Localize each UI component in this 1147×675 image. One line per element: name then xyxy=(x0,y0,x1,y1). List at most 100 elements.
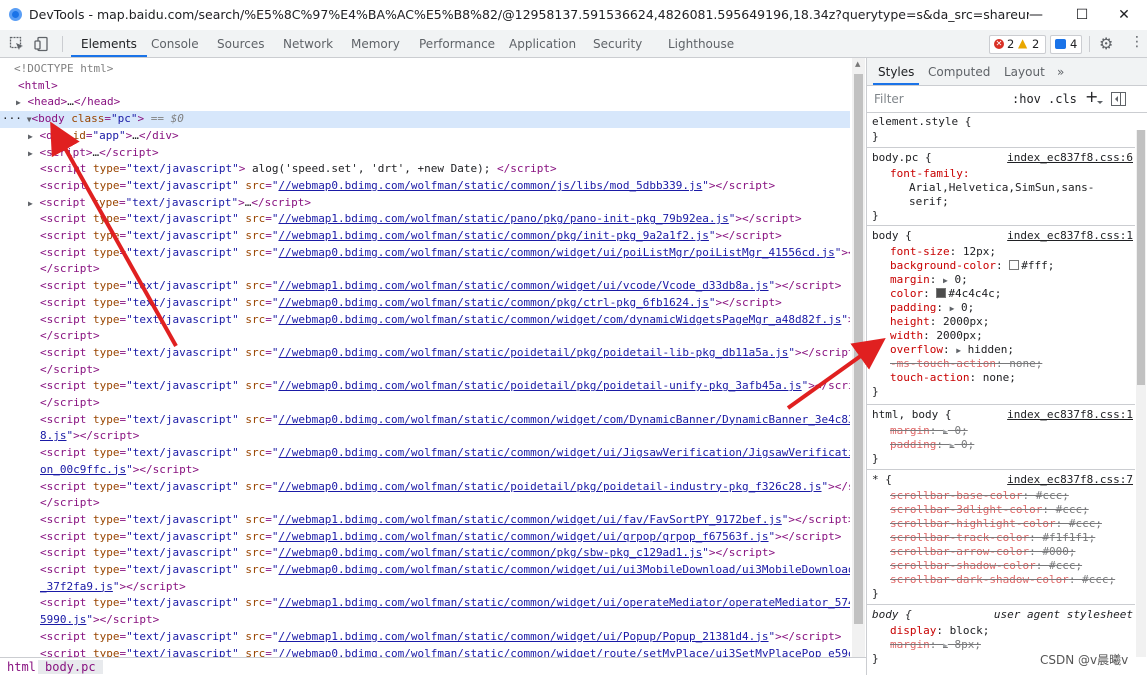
script-close-tag[interactable]: </script> xyxy=(0,395,850,412)
css-declaration[interactable]: width: 2000px; xyxy=(890,329,983,342)
css-declaration[interactable]: scrollbar-track-color: #f1f1f1; xyxy=(890,531,1095,544)
tab-network[interactable]: Network xyxy=(283,30,333,57)
collapsed-node[interactable]: ▶ <head>…</head> xyxy=(0,94,850,111)
tab-security[interactable]: Security xyxy=(593,30,642,57)
class-toggle[interactable]: .cls xyxy=(1048,90,1077,108)
css-declaration[interactable]: padding: ▶ 0; xyxy=(890,301,974,314)
css-declaration[interactable]: margin: ▶ 0; xyxy=(890,273,968,286)
script-node[interactable]: <script type="text/javascript" src="//we… xyxy=(0,445,850,462)
dom-tree[interactable]: <!DOCTYPE html> <html> ▶ <head>…</head> ···… xyxy=(0,58,850,657)
script-close-tag[interactable]: </script> xyxy=(0,362,850,379)
property-value[interactable]: Arial,Helvetica,SimSun,sans- xyxy=(909,181,1094,194)
rule-selector[interactable]: body.pc { xyxy=(872,151,932,164)
rule-source-link[interactable]: index_ec837f8.css:1 xyxy=(1007,229,1133,242)
script-node[interactable]: <script type="text/javascript" src="//we… xyxy=(0,646,850,658)
tab-performance[interactable]: Performance xyxy=(419,30,495,57)
css-declaration[interactable]: font-size: 12px; xyxy=(890,245,996,258)
breadcrumb-html[interactable]: html xyxy=(7,660,36,674)
property-value[interactable]: serif; xyxy=(909,195,949,208)
maximize-button[interactable]: ☐ xyxy=(1059,0,1105,30)
script-node[interactable]: <script type="text/javascript" src="//we… xyxy=(0,228,850,245)
script-node[interactable]: <script type="text/javascript" src="//we… xyxy=(0,512,850,529)
toggle-sidebar-icon[interactable] xyxy=(1111,92,1126,106)
selected-body-node[interactable]: ··· ▼<body class="pc"> == $0 xyxy=(0,111,850,128)
rule-source-link[interactable]: index_ec837f8.css:7 xyxy=(1007,473,1133,486)
script-node-continued[interactable]: 5990.js"></script> xyxy=(0,612,850,629)
scrollbar-thumb[interactable] xyxy=(1137,130,1145,385)
rule-selector[interactable]: html, body { xyxy=(872,408,951,421)
script-node[interactable]: <script type="text/javascript" src="//we… xyxy=(0,345,850,362)
property-name[interactable]: font-family: xyxy=(890,167,969,180)
css-declaration[interactable]: margin: ▶ 8px; xyxy=(890,638,981,651)
inspect-element-icon[interactable] xyxy=(9,36,25,52)
script-node[interactable]: <script type="text/javascript" src="//we… xyxy=(0,378,850,395)
css-declaration[interactable]: scrollbar-shadow-color: #ccc; xyxy=(890,559,1082,572)
collapsed-node[interactable]: ▶ <script type="text/javascript">…</scri… xyxy=(0,195,850,212)
css-declaration[interactable]: display: block; xyxy=(890,624,989,637)
more-options-icon[interactable]: ⋮ xyxy=(1130,34,1144,50)
css-declaration[interactable]: -ms-touch-action: none; xyxy=(890,357,1042,370)
tab-computed[interactable]: Computed xyxy=(928,58,990,85)
script-node[interactable]: <script type="text/javascript" src="//we… xyxy=(0,178,850,195)
hover-state-toggle[interactable]: :hov xyxy=(1012,90,1041,108)
script-node[interactable]: <script type="text/javascript" src="//we… xyxy=(0,245,850,262)
css-declaration[interactable]: scrollbar-3dlight-color: #ccc; xyxy=(890,503,1089,516)
rule-selector[interactable]: body { xyxy=(872,229,912,242)
tab-memory[interactable]: Memory xyxy=(351,30,400,57)
css-declaration[interactable]: scrollbar-dark-shadow-color: #ccc; xyxy=(890,573,1115,586)
html-node[interactable]: <html> xyxy=(0,78,850,95)
tab-layout[interactable]: Layout xyxy=(1004,58,1045,85)
minimize-button[interactable]: — xyxy=(1013,0,1059,30)
script-node[interactable]: <script type="text/javascript" src="//we… xyxy=(0,211,850,228)
script-node[interactable]: <script type="text/javascript" src="//we… xyxy=(0,312,850,329)
tab-sources[interactable]: Sources xyxy=(217,30,264,57)
rule-source-link[interactable]: index_ec837f8.css:1 xyxy=(1007,408,1133,421)
script-node[interactable]: <script type="text/javascript"> alog('sp… xyxy=(0,161,850,178)
css-declaration[interactable]: overflow: ▶ hidden; xyxy=(890,343,1014,356)
script-node[interactable]: <script type="text/javascript" src="//we… xyxy=(0,295,850,312)
rule-source-link[interactable]: index_ec837f8.css:6 xyxy=(1007,151,1133,164)
collapsed-node[interactable]: ▶ <script>…</script> xyxy=(0,145,850,162)
script-close-tag[interactable]: </script> xyxy=(0,261,850,278)
css-declaration[interactable]: scrollbar-base-color: #ccc; xyxy=(890,489,1069,502)
script-node-continued[interactable]: 8.js"></script> xyxy=(0,428,850,445)
css-declaration[interactable]: height: 2000px; xyxy=(890,315,989,328)
tab-lighthouse[interactable]: Lighthouse xyxy=(668,30,734,57)
rule-selector[interactable]: element.style { xyxy=(872,115,971,128)
scrollbar-thumb[interactable] xyxy=(854,74,863,624)
css-declaration[interactable]: margin: ▶ 0; xyxy=(890,424,968,437)
script-node[interactable]: <script type="text/javascript" src="//we… xyxy=(0,595,850,612)
script-close-tag[interactable]: </script> xyxy=(0,328,850,345)
scroll-up-icon[interactable]: ▲ xyxy=(855,60,860,68)
script-close-tag[interactable]: </script> xyxy=(0,495,850,512)
more-tabs-chevron-icon[interactable]: » xyxy=(1057,58,1064,85)
script-node[interactable]: <script type="text/javascript" src="//we… xyxy=(0,629,850,646)
css-declaration[interactable]: scrollbar-arrow-color: #000; xyxy=(890,545,1075,558)
script-node[interactable]: <script type="text/javascript" src="//we… xyxy=(0,545,850,562)
rule-selector[interactable]: body { xyxy=(872,608,912,621)
css-declaration[interactable]: padding: ▶ 0; xyxy=(890,438,974,451)
styles-scrollbar[interactable] xyxy=(1136,130,1146,657)
close-button[interactable]: ✕ xyxy=(1101,0,1147,30)
tab-elements[interactable]: Elements xyxy=(71,30,147,57)
settings-gear-icon[interactable]: ⚙ xyxy=(1099,34,1113,53)
messages-counter[interactable]: 4 xyxy=(1050,35,1082,54)
issues-counter[interactable]: ✕ 2 ▲ 2 xyxy=(989,35,1046,54)
collapsed-node[interactable]: ▶ <div id="app">…</div> xyxy=(0,128,850,145)
tab-console[interactable]: Console xyxy=(151,30,199,57)
script-node[interactable]: <script type="text/javascript" src="//we… xyxy=(0,562,850,579)
css-declaration[interactable]: touch-action: none; xyxy=(890,371,1016,384)
tab-application[interactable]: Application xyxy=(509,30,576,57)
breadcrumb-body[interactable]: body.pc xyxy=(38,660,103,674)
script-node[interactable]: <script type="text/javascript" src="//we… xyxy=(0,529,850,546)
script-node-continued[interactable]: on_00c9ffc.js"></script> xyxy=(0,462,850,479)
styles-filter-input[interactable]: Filter xyxy=(870,90,998,108)
dom-tree-scrollbar[interactable]: ▲ xyxy=(852,58,865,657)
css-declaration[interactable]: background-color: #fff; xyxy=(890,259,1054,272)
css-declaration[interactable]: color: #4c4c4c; xyxy=(890,287,1001,300)
script-node[interactable]: <script type="text/javascript" src="//we… xyxy=(0,479,850,496)
script-node[interactable]: <script type="text/javascript" src="//we… xyxy=(0,412,850,429)
doctype-node[interactable]: <!DOCTYPE html> xyxy=(0,61,850,78)
script-node[interactable]: <script type="text/javascript" src="//we… xyxy=(0,278,850,295)
rule-selector[interactable]: * { xyxy=(872,473,892,486)
